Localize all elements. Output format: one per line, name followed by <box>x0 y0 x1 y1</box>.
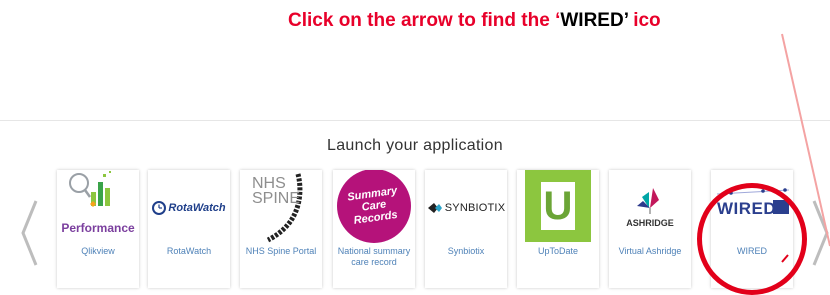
uptodate-logo: U <box>517 170 599 245</box>
app-tile-virtual-ashridge[interactable]: ASHRIDGE Virtual Ashridge <box>609 170 691 288</box>
divider <box>0 120 830 121</box>
wired-logo-text: WIRED <box>717 199 777 218</box>
launcher-title: Launch your application <box>327 137 503 154</box>
carousel-prev-button[interactable] <box>14 178 44 288</box>
app-label: Virtual Ashridge <box>618 246 682 256</box>
clock-icon <box>152 200 167 215</box>
nhs-spine-logo-text: NHS SPINE <box>252 175 301 207</box>
chevron-right-icon <box>812 200 829 266</box>
synbiotix-logo: SYNBIOTIX <box>425 170 507 245</box>
rotawatch-logo-text: RotaWatch <box>168 201 226 214</box>
wired-logo: WIRED <box>711 170 793 245</box>
app-tile-uptodate[interactable]: U UpToDate <box>517 170 599 288</box>
instruction-text: Click on the arrow to find the ‘WIRED’ i… <box>288 10 830 32</box>
app-tile-synbiotix[interactable]: SYNBIOTIX Synbiotix <box>425 170 507 288</box>
summary-care-record-logo: Summary Care Records <box>333 170 415 245</box>
carousel-next-button[interactable] <box>806 178 830 288</box>
ashridge-logo: ASHRIDGE <box>609 170 691 245</box>
instruction-prefix: Click on the arrow to find the <box>288 10 556 31</box>
summary-care-record-logo-text: Summary Care Records <box>346 184 399 227</box>
instruction-suffix: ico <box>627 10 661 31</box>
app-label: RotaWatch <box>166 246 212 256</box>
app-tile-summary-care-record[interactable]: Summary Care Records National summary ca… <box>333 170 415 288</box>
qlikview-logo-text: Performance <box>61 221 135 235</box>
app-label: WIRED <box>737 246 767 256</box>
app-label: UpToDate <box>537 246 579 256</box>
app-label: Synbiotix <box>447 246 485 256</box>
app-tile-nhs-spine[interactable]: NHS SPINE NHS Spine Portal <box>240 170 322 288</box>
ashridge-logo-text: ASHRIDGE <box>626 218 674 228</box>
chevron-left-icon <box>21 200 38 266</box>
app-label: Qlikview <box>81 246 115 256</box>
qlikview-logo: Performance <box>57 170 139 245</box>
nhs-spine-logo: NHS SPINE <box>240 170 322 245</box>
ashridge-leaf-icon <box>637 188 659 214</box>
uptodate-logo-text: U <box>543 184 573 228</box>
instruction-highlight: WIRED <box>560 10 624 31</box>
synbiotix-mark-icon <box>427 202 442 213</box>
app-tile-wired[interactable]: WIRED WIRED <box>711 170 793 288</box>
app-tile-qlikview[interactable]: Performance Qlikview <box>57 170 139 288</box>
app-label: National summary care record <box>337 246 411 267</box>
app-tile-rotawatch[interactable]: RotaWatch RotaWatch <box>148 170 230 288</box>
app-label: NHS Spine Portal <box>245 246 317 256</box>
rotawatch-logo: RotaWatch <box>148 170 230 245</box>
synbiotix-logo-text: SYNBIOTIX <box>444 201 506 214</box>
